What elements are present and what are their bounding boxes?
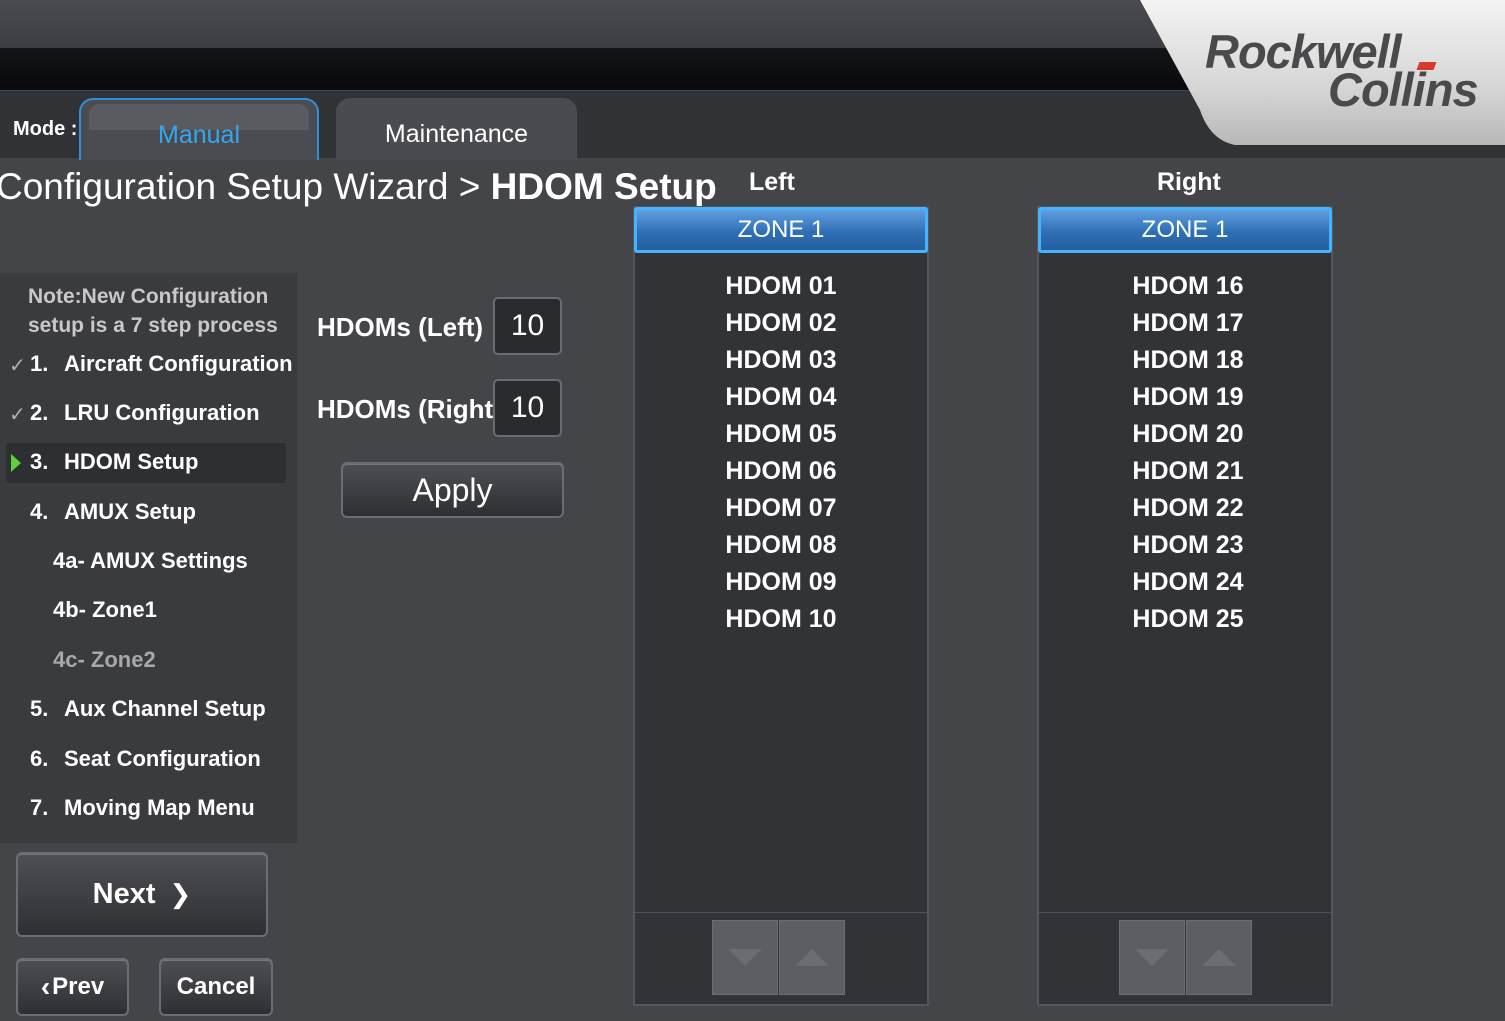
step-number: 3. xyxy=(30,449,49,474)
list-item[interactable]: HDOM 17 xyxy=(1041,305,1335,342)
list-item[interactable]: HDOM 03 xyxy=(634,342,928,379)
arrow-up-icon xyxy=(1202,949,1236,966)
arrow-up-icon xyxy=(795,949,829,966)
list-item[interactable]: HDOM 22 xyxy=(1041,490,1335,527)
chevron-left-icon: ‹ xyxy=(40,971,51,1002)
list-item[interactable]: HDOM 06 xyxy=(634,453,928,490)
step-zone2: 4c- Zone2 xyxy=(53,647,156,673)
list-item[interactable]: HDOM 07 xyxy=(634,490,928,527)
list-item[interactable]: HDOM 09 xyxy=(634,564,928,601)
list-item[interactable]: HDOM 10 xyxy=(634,601,928,638)
step-number: 5. xyxy=(30,696,49,721)
step-aux-channel-setup[interactable]: 5. Aux Channel Setup xyxy=(30,696,266,722)
next-button[interactable]: Next ❯ xyxy=(16,852,268,937)
current-step-arrow-icon xyxy=(11,454,21,472)
arrow-down-icon xyxy=(728,949,762,966)
right-panel-divider xyxy=(1039,912,1331,913)
step-label: Aircraft Configuration xyxy=(64,351,293,376)
step-label: Moving Map Menu xyxy=(64,795,255,820)
step-label: LRU Configuration xyxy=(64,400,260,425)
right-scroll-up-button[interactable] xyxy=(1186,920,1252,995)
list-item[interactable]: HDOM 08 xyxy=(634,527,928,564)
prev-button[interactable]: ‹ Prev xyxy=(16,958,129,1016)
list-item[interactable]: HDOM 24 xyxy=(1041,564,1335,601)
hdoms-right-label: HDOMs (Right) xyxy=(317,394,502,424)
step-hdom-setup[interactable]: 3. HDOM Setup xyxy=(30,449,198,475)
step-label: Seat Configuration xyxy=(64,746,261,771)
chevron-right-icon: ❯ xyxy=(169,879,192,909)
left-column-heading: Left xyxy=(749,168,795,196)
step-amux-setup[interactable]: 4. AMUX Setup xyxy=(30,499,196,525)
list-item[interactable]: HDOM 02 xyxy=(634,305,928,342)
step-label: HDOM Setup xyxy=(64,449,199,474)
apply-button[interactable]: Apply xyxy=(341,462,564,518)
left-hdom-list: HDOM 01 HDOM 02 HDOM 03 HDOM 04 HDOM 05 … xyxy=(634,268,928,638)
wizard-note-line1: Note:New Configuration xyxy=(28,285,269,308)
hdoms-left-label: HDOMs (Left) xyxy=(317,312,484,342)
list-item[interactable]: HDOM 21 xyxy=(1041,453,1335,490)
list-item[interactable]: HDOM 16 xyxy=(1041,268,1335,305)
logo-accent-bar xyxy=(1416,62,1437,70)
breadcrumb-parent[interactable]: Configuration Setup Wizard > xyxy=(0,166,480,207)
step-label: AMUX Setup xyxy=(64,499,196,524)
arrow-down-icon xyxy=(1135,949,1169,966)
step-number: 1. xyxy=(30,351,49,376)
step-label: 4c- Zone2 xyxy=(53,647,156,672)
list-item[interactable]: HDOM 20 xyxy=(1041,416,1335,453)
list-item[interactable]: HDOM 25 xyxy=(1041,601,1335,638)
next-button-label: Next xyxy=(92,878,156,910)
right-column-heading: Right xyxy=(1157,168,1221,196)
list-item[interactable]: HDOM 19 xyxy=(1041,379,1335,416)
left-panel-divider xyxy=(635,912,927,913)
right-hdom-list: HDOM 16 HDOM 17 HDOM 18 HDOM 19 HDOM 20 … xyxy=(1041,268,1335,638)
tab-manual[interactable]: Manual xyxy=(79,98,319,160)
step-number: 7. xyxy=(30,795,49,820)
step-label: Aux Channel Setup xyxy=(64,696,266,721)
list-item[interactable]: HDOM 18 xyxy=(1041,342,1335,379)
left-scroll-down-button[interactable] xyxy=(712,920,778,995)
list-item[interactable]: HDOM 05 xyxy=(634,416,928,453)
logo-text-collins: Collins xyxy=(1328,63,1479,116)
step-seat-configuration[interactable]: 6. Seat Configuration xyxy=(30,746,261,772)
step-amux-settings[interactable]: 4a- AMUX Settings xyxy=(53,548,248,574)
tab-maintenance-label: Maintenance xyxy=(384,119,529,148)
step-moving-map-menu[interactable]: 7. Moving Map Menu xyxy=(30,795,255,821)
hdoms-left-input[interactable]: 10 xyxy=(493,297,562,355)
wizard-note-line2: setup is a 7 step process xyxy=(28,314,278,337)
left-zone-selector[interactable]: ZONE 1 xyxy=(634,207,928,253)
hdoms-right-input[interactable]: 10 xyxy=(493,379,562,437)
list-item[interactable]: HDOM 23 xyxy=(1041,527,1335,564)
cancel-button[interactable]: Cancel xyxy=(159,958,273,1016)
step-number: 6. xyxy=(30,746,49,771)
step-label: 4a- AMUX Settings xyxy=(53,548,248,573)
check-icon: ✓ xyxy=(9,355,26,377)
tab-manual-label: Manual xyxy=(158,120,240,149)
left-scroll-up-button[interactable] xyxy=(779,920,845,995)
right-scroll-down-button[interactable] xyxy=(1119,920,1185,995)
mode-label: Mode : xyxy=(13,118,78,140)
list-item[interactable]: HDOM 04 xyxy=(634,379,928,416)
step-zone1[interactable]: 4b- Zone1 xyxy=(53,597,157,623)
list-item[interactable]: HDOM 01 xyxy=(634,268,928,305)
prev-button-label: Prev xyxy=(52,973,105,1000)
check-icon: ✓ xyxy=(9,404,26,426)
step-number: 4. xyxy=(30,499,49,524)
step-label: 4b- Zone1 xyxy=(53,597,157,622)
step-lru-configuration[interactable]: 2. LRU Configuration xyxy=(30,400,260,426)
step-aircraft-configuration[interactable]: 1. Aircraft Configuration xyxy=(30,351,293,377)
right-zone-selector[interactable]: ZONE 1 xyxy=(1038,207,1332,253)
step-number: 2. xyxy=(30,400,49,425)
wizard-note: Note:New Configuration setup is a 7 step… xyxy=(28,282,278,340)
page-title: HDOM Setup xyxy=(490,166,717,207)
breadcrumb: Configuration Setup Wizard > HDOM Setup xyxy=(0,166,717,208)
tab-maintenance[interactable]: Maintenance xyxy=(336,98,577,160)
